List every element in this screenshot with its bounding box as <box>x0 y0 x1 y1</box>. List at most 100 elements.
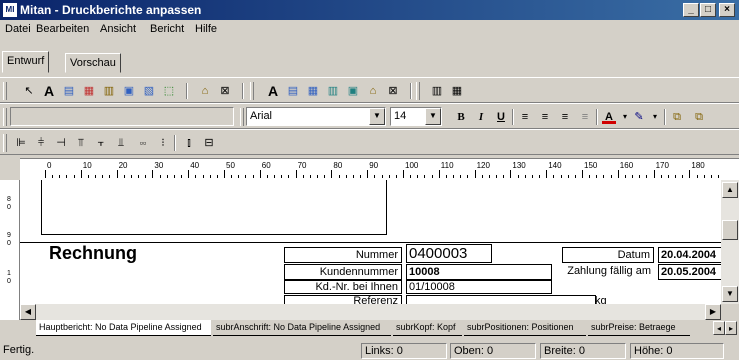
maximize-button[interactable]: □ <box>700 3 716 17</box>
space-horizontal-icon[interactable]: ▫▫ <box>136 136 150 150</box>
align-center-icon[interactable]: ≡ <box>538 110 552 124</box>
table-tool-icon[interactable]: ▦ <box>450 84 464 98</box>
zahlung-value-box[interactable]: 20.05.2004 <box>658 264 721 280</box>
tab-subrpreise[interactable]: subrPreise: Betraege <box>588 320 690 336</box>
menu-bearbeiten[interactable]: Bearbeiten <box>36 23 89 35</box>
font-color-icon[interactable]: A <box>602 110 616 124</box>
ruler-tick <box>467 175 469 178</box>
region-tool-icon[interactable]: ⌂ <box>198 84 212 98</box>
ruler-tick <box>224 170 225 178</box>
tab-scroll-right-icon[interactable]: ▸ <box>725 321 737 335</box>
scroll-left-icon[interactable]: ◀ <box>20 304 36 320</box>
dbbarcode-tool-icon[interactable]: ⌂ <box>366 84 380 98</box>
ruler-corner <box>0 158 20 180</box>
memo-tool-icon[interactable]: ▤ <box>62 84 76 98</box>
pointer-icon[interactable]: ↖ <box>22 84 36 98</box>
center-horizontal-icon[interactable]: ⫾ <box>182 136 196 150</box>
ruler-label: 20 <box>118 161 128 170</box>
justify-icon[interactable]: ≡ <box>578 110 592 124</box>
image-tool-icon[interactable]: ▣ <box>122 84 136 98</box>
nummer-value-box[interactable]: 0400003 <box>406 244 492 263</box>
toolbar-grip[interactable] <box>3 134 7 152</box>
align-left-icon[interactable]: ≡ <box>518 110 532 124</box>
report-heading[interactable]: Rechnung <box>49 243 137 264</box>
menu-hilfe[interactable]: Hilfe <box>195 23 217 35</box>
ruler-tick <box>582 170 583 178</box>
kundennummer-label-box[interactable]: Kundennummer <box>284 264 402 280</box>
chevron-down-icon[interactable]: ▼ <box>425 108 441 125</box>
kdnr-label-box[interactable]: Kd.-Nr. bei Ihnen <box>284 280 402 294</box>
datum-label-box[interactable]: Datum <box>562 247 654 263</box>
referenz-label-box[interactable]: Referenz <box>284 295 402 304</box>
dbtext-tool-icon[interactable]: A <box>266 84 280 98</box>
nummer-label-box[interactable]: Nummer <box>284 247 402 263</box>
dbcheckbox-tool-icon[interactable]: ⊠ <box>386 84 400 98</box>
calc-tool-icon[interactable]: ▥ <box>102 84 116 98</box>
underline-icon[interactable]: U <box>494 110 508 124</box>
address-box[interactable] <box>41 180 387 235</box>
tab-hauptbericht[interactable]: Hauptbericht: No Data Pipeline Assigned <box>36 320 211 336</box>
tab-subrpositionen[interactable]: subrPositionen: Positionen <box>464 320 586 336</box>
chevron-down-icon[interactable]: ▾ <box>648 110 662 124</box>
picture-tool-icon[interactable]: ▧ <box>142 84 156 98</box>
toolbar-grip[interactable] <box>3 82 7 100</box>
tab-entwurf[interactable]: Entwurf <box>2 51 50 73</box>
kdnr-value-box[interactable]: 01/10008 <box>406 280 552 294</box>
bring-to-front-icon[interactable]: ⧉ <box>670 110 684 124</box>
minimize-button[interactable]: _ <box>683 3 699 17</box>
label-tool-icon[interactable]: A <box>42 84 56 98</box>
italic-icon[interactable]: I <box>474 110 488 124</box>
send-to-back-icon[interactable]: ⧉ <box>692 110 706 124</box>
font-combo[interactable]: Arial ▼ <box>246 107 386 126</box>
chevron-down-icon[interactable]: ▼ <box>369 108 385 125</box>
align-lefts-icon[interactable]: ⊫ <box>14 136 28 150</box>
dbrichtext-tool-icon[interactable]: ▦ <box>306 84 320 98</box>
menu-datei[interactable]: Datei <box>5 23 31 35</box>
design-canvas[interactable]: Rechnung Nummer 0400003 Datum 20.04.2004… <box>20 180 721 304</box>
bold-icon[interactable]: B <box>454 110 468 124</box>
richtext-tool-icon[interactable]: ▦ <box>82 84 96 98</box>
fontsize-combo[interactable]: 14 ▼ <box>390 107 442 126</box>
subreport-tool-icon[interactable]: ⊠ <box>218 84 232 98</box>
tab-subranschrift[interactable]: subrAnschrift: No Data Pipeline Assigned <box>213 320 391 336</box>
align-tops-icon[interactable]: ⫪ <box>74 136 88 150</box>
vertical-scrollbar[interactable]: ▲ ▼ <box>721 180 739 304</box>
center-vertical-icon[interactable]: ⊟ <box>202 136 216 150</box>
component-selector[interactable] <box>10 107 234 126</box>
tab-subrkopf[interactable]: subrKopf: Kopf <box>393 320 462 336</box>
align-right-icon[interactable]: ≡ <box>558 110 572 124</box>
scroll-thumb[interactable] <box>722 220 738 240</box>
zahlung-label-box[interactable]: Zahlung fällig am <box>552 264 654 280</box>
align-middles-icon[interactable]: ⫟ <box>94 136 108 150</box>
align-centers-icon[interactable]: ⫩ <box>34 136 48 150</box>
toolbar-grip[interactable] <box>240 108 244 126</box>
align-bottoms-icon[interactable]: ⫫ <box>114 136 128 150</box>
menu-bericht[interactable]: Bericht <box>150 23 184 35</box>
dbmemo-tool-icon[interactable]: ▤ <box>286 84 300 98</box>
toolbar-grip[interactable] <box>3 108 7 126</box>
kundennummer-value-box[interactable]: 10008 <box>406 264 552 280</box>
shape-tool-icon[interactable]: ⬚ <box>162 84 176 98</box>
tab-vorschau[interactable]: Vorschau <box>65 53 121 73</box>
scroll-down-icon[interactable]: ▼ <box>722 286 738 302</box>
dbcalc-tool-icon[interactable]: ▥ <box>326 84 340 98</box>
horizontal-scrollbar[interactable]: ◀ ▶ <box>20 304 721 320</box>
chevron-down-icon[interactable]: ▾ <box>618 110 632 124</box>
dbimage-tool-icon[interactable]: ▣ <box>346 84 360 98</box>
scroll-right-icon[interactable]: ▶ <box>705 304 721 320</box>
ruler-tick <box>166 175 168 178</box>
scroll-up-icon[interactable]: ▲ <box>722 182 738 198</box>
datum-value-box[interactable]: 20.04.2004 <box>658 247 721 263</box>
menu-ansicht[interactable]: Ansicht <box>100 23 136 35</box>
space-vertical-icon[interactable]: ⁝ <box>156 136 170 150</box>
close-button[interactable]: × <box>719 3 735 17</box>
tab-scroll-left-icon[interactable]: ◂ <box>713 321 725 335</box>
crosstab-tool-icon[interactable]: ▥ <box>430 84 444 98</box>
referenz-value-box[interactable]: kg <box>406 295 607 304</box>
toolbar-grip[interactable] <box>250 82 254 100</box>
ruler-tick <box>216 175 218 178</box>
align-rights-icon[interactable]: ⊣ <box>54 136 68 150</box>
toolbar-grip[interactable] <box>416 82 420 100</box>
highlight-color-icon[interactable]: ✎ <box>632 110 646 124</box>
vruler-label: 0 <box>7 204 11 211</box>
